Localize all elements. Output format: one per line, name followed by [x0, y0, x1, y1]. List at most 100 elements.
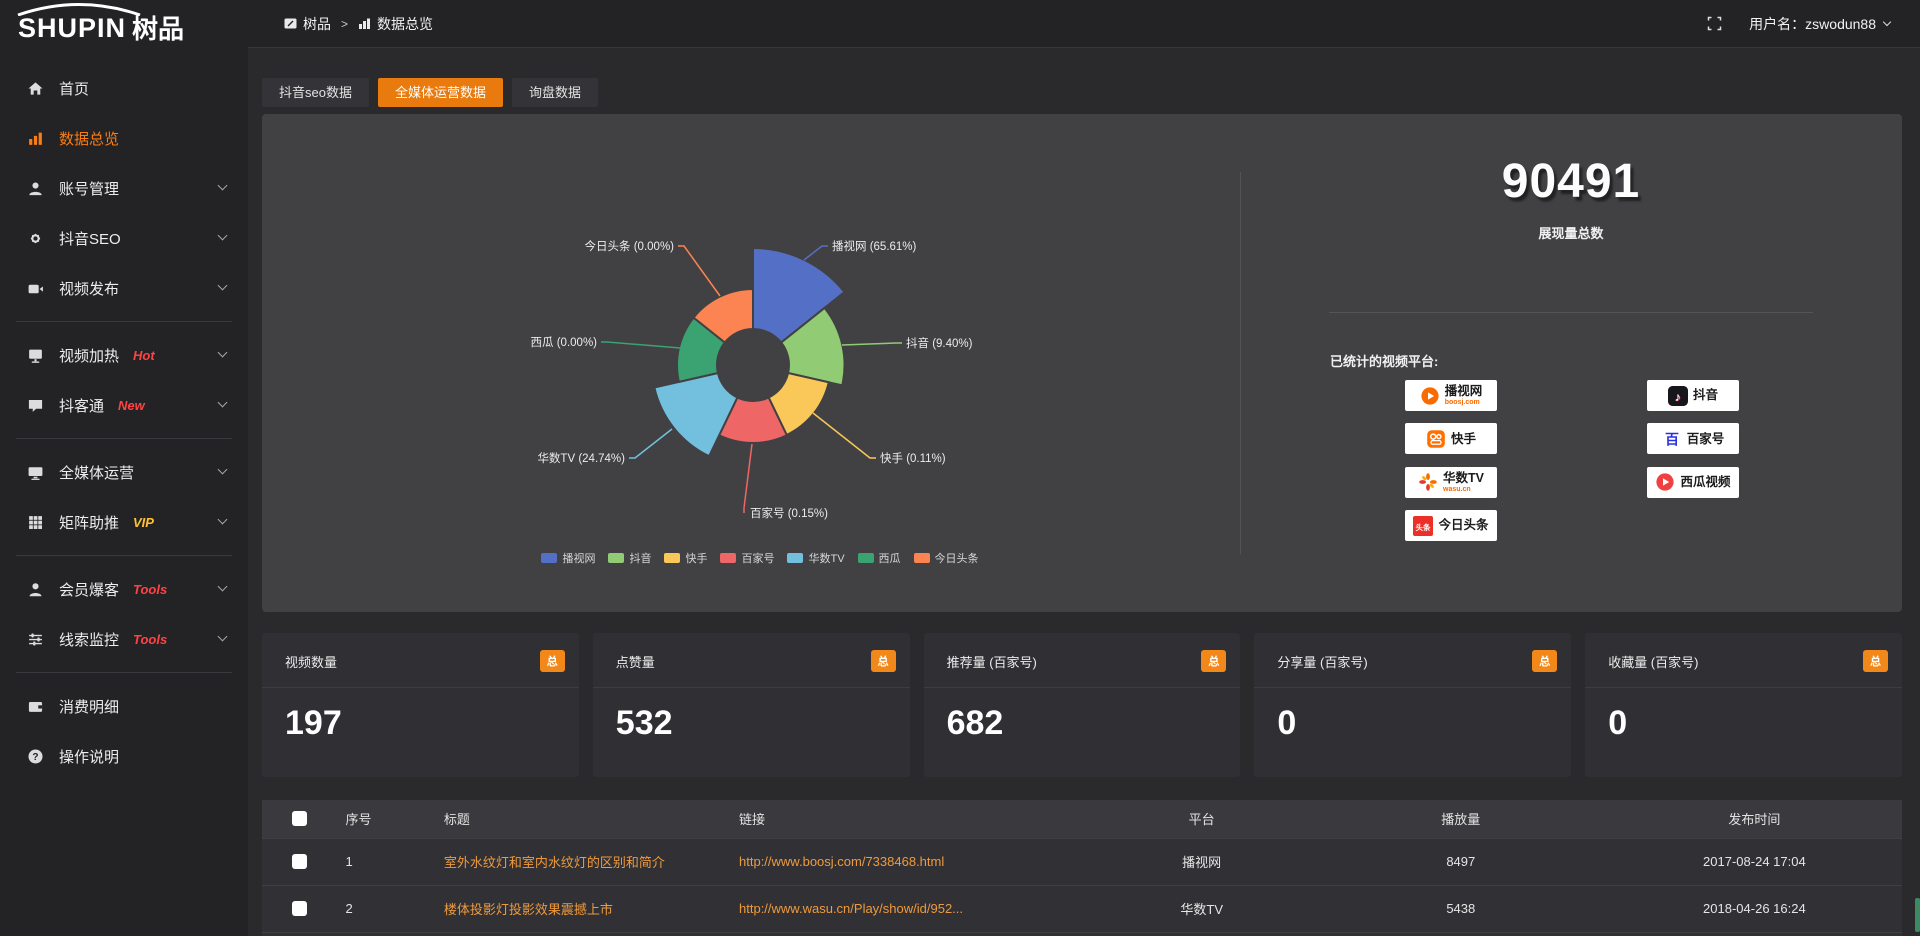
platform-name: 抖音 — [1693, 389, 1718, 402]
legend-swatch — [787, 553, 803, 563]
legend-item-百家号[interactable]: 百家号 — [720, 550, 774, 566]
sidebar-item-label: 视频发布 — [59, 278, 119, 299]
row-checkbox[interactable] — [292, 854, 307, 869]
topbar-right: 用户名：zswodun88 — [1706, 14, 1890, 34]
total-impressions-label: 展现量总数 — [1240, 223, 1902, 242]
breadcrumb-current[interactable]: 数据总览 — [377, 14, 433, 34]
legend-label: 播视网 — [562, 550, 595, 566]
pie-label: 西瓜 (0.00%) — [531, 336, 598, 349]
table-row-1: 2楼体投影灯投影效果震撼上市http://www.wasu.cn/Play/sh… — [262, 885, 1902, 932]
sidebar-item-5[interactable]: 视频加热Hot — [0, 330, 248, 380]
video-title-link[interactable]: 楼体投影灯投影效果震撼上市 — [436, 885, 731, 932]
total-badge[interactable]: 总 — [1532, 650, 1557, 672]
scrollbar-thumb[interactable] — [1915, 898, 1920, 932]
brand-logo[interactable]: SHUPIN 树品 — [0, 0, 248, 48]
sidebar-item-4[interactable]: 视频发布 — [0, 263, 248, 313]
legend-item-华数TV[interactable]: 华数TV — [787, 550, 844, 566]
wasu-icon — [1418, 472, 1438, 492]
sidebar-item-3[interactable]: 抖音SEO — [0, 213, 248, 263]
video-title-link[interactable]: 室外水纹灯和室内水纹灯的区别和简介 — [436, 838, 731, 885]
platform-cell: 华数TV — [1089, 885, 1315, 932]
sidebar-divider — [16, 438, 232, 439]
legend-item-西瓜[interactable]: 西瓜 — [858, 550, 901, 566]
tab-1[interactable]: 全媒体运营数据 — [378, 78, 503, 107]
total-badge[interactable]: 总 — [540, 650, 565, 672]
sidebar-item-12[interactable]: ? 操作说明 — [0, 731, 248, 781]
stat-card-title: 点赞量 — [616, 652, 655, 671]
sidebar-item-10[interactable]: 线索监控Tools — [0, 614, 248, 664]
rose-pie-chart[interactable]: 播视网 (65.61%)抖音 (9.40%)快手 (0.11%)百家号 (0.1… — [262, 114, 1258, 612]
legend-swatch — [914, 553, 930, 563]
chevron-down-icon — [218, 632, 228, 642]
legend-swatch — [664, 553, 680, 563]
sidebar-item-label: 首页 — [59, 78, 89, 99]
svg-text:♪: ♪ — [1675, 390, 1681, 404]
time-cell: 2018-04-26 16:24 — [1607, 885, 1902, 932]
select-all-checkbox[interactable] — [292, 811, 307, 826]
stat-card-2: 推荐量 (百家号)总682 — [924, 633, 1241, 777]
plays-cell: 8497 — [1315, 838, 1607, 885]
legend-swatch — [858, 553, 874, 563]
legend-swatch — [720, 553, 736, 563]
username-label: 用户名：zswodun88 — [1749, 14, 1876, 34]
pie-label-line — [629, 429, 672, 458]
legend-item-抖音[interactable]: 抖音 — [608, 550, 651, 566]
stat-card-value: 532 — [593, 688, 910, 743]
platform-name: 百家号 — [1687, 433, 1725, 446]
total-badge[interactable]: 总 — [1863, 650, 1888, 672]
user-menu[interactable]: 用户名：zswodun88 — [1749, 14, 1890, 34]
chart-panel: 播视网 (65.61%)抖音 (9.40%)快手 (0.11%)百家号 (0.1… — [262, 114, 1902, 612]
platform-badge-抖音: ♪♪♪抖音 — [1647, 380, 1739, 411]
tab-2[interactable]: 询盘数据 — [512, 78, 598, 107]
pie-slice-华数TV[interactable] — [654, 373, 737, 456]
legend-item-播视网[interactable]: 播视网 — [541, 550, 595, 566]
svg-text:?: ? — [32, 751, 38, 762]
fullscreen-icon[interactable] — [1706, 15, 1723, 32]
platform-cell: 播视网 — [1089, 838, 1315, 885]
legend-label: 西瓜 — [879, 550, 901, 566]
legend-item-快手[interactable]: 快手 — [664, 550, 707, 566]
chevron-down-icon — [218, 348, 228, 358]
sidebar-item-0[interactable]: 首页 — [0, 63, 248, 113]
stat-card-value: 0 — [1585, 688, 1902, 743]
breadcrumb-root[interactable]: 树品 — [303, 14, 331, 34]
video-url-link[interactable]: http://www.boosj.com/7338468.html — [731, 838, 1089, 885]
table-header-row: 序号标题链接平台播放量发布时间 — [262, 800, 1902, 838]
row-checkbox[interactable] — [292, 901, 307, 916]
sidebar-item-1[interactable]: 数据总览 — [0, 113, 248, 163]
legend-swatch — [541, 553, 557, 563]
svg-text:头条: 头条 — [1416, 521, 1432, 531]
sidebar-item-label: 抖音SEO — [59, 228, 121, 249]
sidebar-item-11[interactable]: 消费明细 — [0, 681, 248, 731]
video-url-link[interactable]: http://www.wasu.cn/Play/show/id/952... — [731, 885, 1089, 932]
stat-card-title: 视频数量 — [285, 652, 337, 671]
topbar: 树品 > 数据总览 用户名：zswodun88 — [248, 0, 1920, 48]
sidebar-item-2[interactable]: 账号管理 — [0, 163, 248, 213]
legend-item-今日头条[interactable]: 今日头条 — [914, 550, 979, 566]
stat-card-4: 收藏量 (百家号)总0 — [1585, 633, 1902, 777]
platform-sub: boosj.com — [1445, 399, 1480, 406]
sidebar-item-6[interactable]: 抖客通New — [0, 380, 248, 430]
stat-cards: 视频数量总197点赞量总532推荐量 (百家号)总682分享量 (百家号)总0收… — [262, 633, 1902, 777]
summary-section: 90491 展现量总数 已统计的视频平台: 播视网boosj.com快手华数TV… — [1240, 114, 1902, 612]
sidebar-item-label: 数据总览 — [59, 128, 119, 149]
legend-label: 百家号 — [741, 550, 774, 566]
sidebar-divider — [16, 321, 232, 322]
gear-icon — [27, 230, 44, 247]
sidebar-divider — [16, 672, 232, 673]
sidebar-item-label: 视频加热 — [59, 345, 119, 366]
sidebar-item-label: 会员爆客 — [59, 579, 119, 600]
tab-0[interactable]: 抖音seo数据 — [262, 78, 369, 107]
sidebar-item-8[interactable]: 矩阵助推VIP — [0, 497, 248, 547]
total-badge[interactable]: 总 — [1201, 650, 1226, 672]
chevron-down-icon — [218, 181, 228, 191]
col-header-0: 序号 — [337, 800, 435, 838]
sidebar-item-9[interactable]: 会员爆客Tools — [0, 564, 248, 614]
sidebar-item-label: 操作说明 — [59, 746, 119, 767]
video-icon — [27, 280, 44, 297]
sidebar-item-7[interactable]: 全媒体运营 — [0, 447, 248, 497]
member-icon — [27, 581, 44, 598]
pie-label-line — [601, 342, 680, 348]
total-badge[interactable]: 总 — [871, 650, 896, 672]
platform-name: 播视网 — [1445, 385, 1483, 398]
